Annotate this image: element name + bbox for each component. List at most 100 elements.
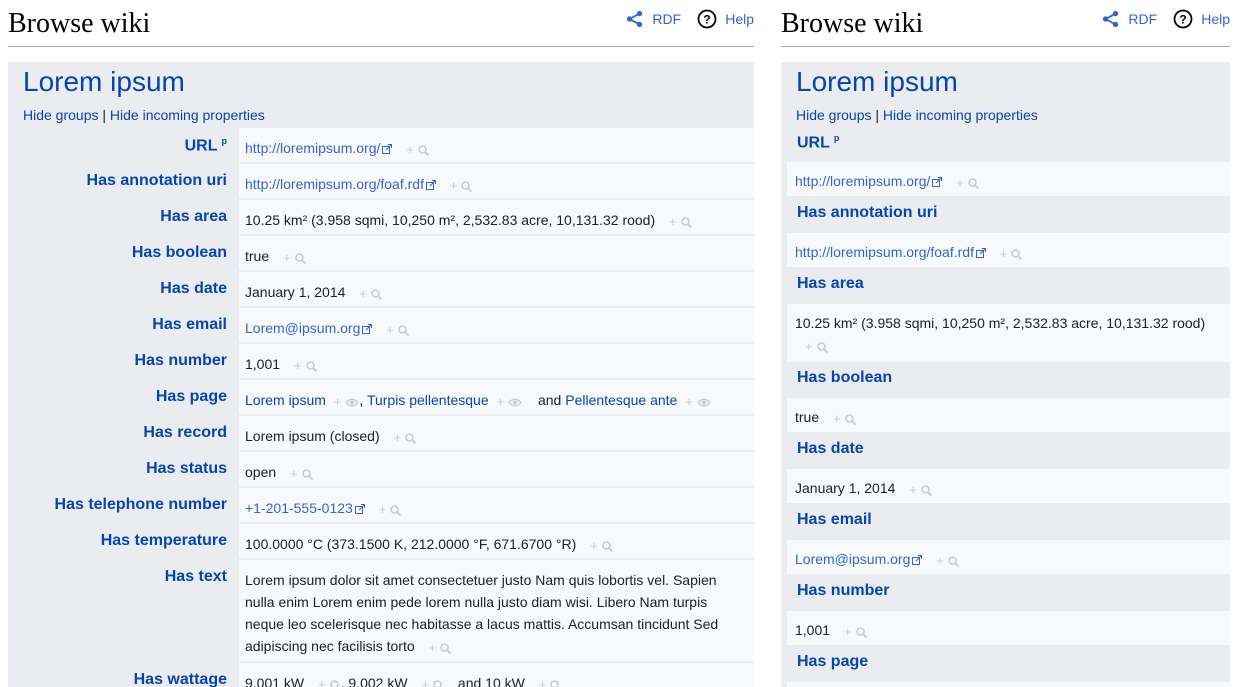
value-separator: and	[537, 392, 562, 408]
plus-icon[interactable]: +	[590, 535, 598, 557]
rdf-link[interactable]: RDF	[626, 10, 681, 28]
plus-icon[interactable]: +	[805, 336, 813, 358]
hide-incoming-link[interactable]: Hide incoming properties	[883, 107, 1038, 123]
value-link[interactable]: Turpis pellentesque	[367, 392, 489, 408]
value-actions: +	[294, 355, 317, 377]
plus-icon[interactable]: +	[283, 247, 291, 269]
help-link[interactable]: ? Help	[697, 9, 754, 29]
property-annotation-uri-label[interactable]: Has annotation uri	[87, 172, 227, 190]
value-link[interactable]: http://loremipsum.org/foaf.rdf	[245, 176, 424, 192]
value-link[interactable]: +1-201-555-0123	[245, 500, 353, 516]
search-icon[interactable]	[294, 252, 306, 264]
plus-icon[interactable]: +	[421, 674, 429, 687]
plus-icon[interactable]: +	[497, 391, 505, 413]
plus-icon[interactable]: +	[833, 408, 841, 430]
plus-icon[interactable]: +	[936, 550, 944, 572]
plus-icon[interactable]: +	[669, 211, 677, 233]
search-icon[interactable]	[440, 642, 452, 654]
subject-title[interactable]: Lorem ipsum	[796, 66, 958, 98]
property-telephone-label[interactable]: Has telephone number	[55, 496, 227, 514]
plus-icon[interactable]: +	[956, 172, 964, 194]
property-temperature-label[interactable]: Has temperature	[101, 532, 227, 550]
plus-icon[interactable]: +	[394, 427, 402, 449]
value-link[interactable]: Pellentesque ante	[565, 392, 677, 408]
search-icon[interactable]	[921, 484, 932, 496]
search-icon[interactable]	[398, 324, 409, 336]
plus-icon[interactable]: +	[450, 175, 458, 197]
property-status-label[interactable]: Has status	[146, 460, 227, 478]
search-icon[interactable]	[844, 413, 856, 425]
search-icon[interactable]	[405, 432, 417, 444]
search-icon[interactable]	[948, 555, 959, 567]
plus-icon[interactable]: +	[909, 479, 917, 501]
search-icon[interactable]	[855, 626, 867, 638]
property-value-cell: Lorem ipsum (closed) +	[239, 416, 754, 450]
plus-icon[interactable]: +	[1000, 243, 1008, 265]
property-label-cell: Has annotation uri	[14, 164, 239, 198]
property-area-label[interactable]: Has area	[797, 275, 864, 293]
property-boolean-label[interactable]: Has boolean	[797, 369, 892, 387]
subject-title[interactable]: Lorem ipsum	[23, 66, 185, 98]
property-page-label[interactable]: Has page	[797, 653, 868, 671]
property-wattage-label[interactable]: Has wattage	[134, 671, 227, 687]
property-text-label[interactable]: Has text	[165, 568, 227, 586]
plus-icon[interactable]: +	[406, 139, 414, 161]
search-icon[interactable]	[418, 144, 429, 156]
value-link[interactable]: Lorem@ipsum.org	[245, 320, 360, 336]
search-icon[interactable]	[433, 679, 444, 687]
search-icon[interactable]	[601, 540, 613, 552]
plus-icon[interactable]: +	[386, 319, 394, 341]
value-link[interactable]: http://loremipsum.org/	[795, 173, 930, 189]
property-number-label[interactable]: Has number	[797, 582, 889, 600]
plus-icon[interactable]: +	[844, 621, 852, 643]
plus-icon[interactable]: +	[379, 499, 387, 521]
hide-incoming-link[interactable]: Hide incoming properties	[110, 107, 265, 123]
value-link[interactable]: http://loremipsum.org/foaf.rdf	[795, 244, 974, 260]
value-link[interactable]: http://loremipsum.org/	[245, 140, 380, 156]
property-boolean-label[interactable]: Has boolean	[132, 244, 227, 262]
eye-icon[interactable]	[345, 398, 360, 407]
plus-icon[interactable]: +	[359, 283, 367, 305]
property-url-label[interactable]: URL p	[185, 136, 227, 155]
eye-icon[interactable]	[508, 398, 523, 407]
eye-icon[interactable]	[696, 398, 711, 407]
search-icon[interactable]	[550, 679, 561, 687]
plus-icon[interactable]: +	[318, 674, 326, 687]
plus-icon[interactable]: +	[685, 391, 693, 413]
page-title: Browse wiki	[781, 8, 924, 39]
search-icon[interactable]	[390, 504, 402, 516]
property-row: Has number 1,001 +	[14, 344, 754, 378]
search-icon[interactable]	[1011, 248, 1023, 260]
search-icon[interactable]	[329, 679, 341, 687]
plus-icon[interactable]: +	[429, 637, 437, 659]
property-record-label[interactable]: Has record	[143, 424, 227, 442]
search-icon[interactable]	[816, 341, 828, 353]
hide-groups-link[interactable]: Hide groups	[796, 107, 872, 123]
search-icon[interactable]	[305, 360, 317, 372]
plus-icon[interactable]: +	[334, 391, 342, 413]
search-icon[interactable]	[680, 216, 692, 228]
plus-icon[interactable]: +	[294, 355, 302, 377]
value-actions: +	[421, 674, 444, 687]
property-email-label[interactable]: Has email	[152, 316, 227, 334]
property-email-label[interactable]: Has email	[797, 511, 872, 529]
property-page-label[interactable]: Has page	[156, 388, 227, 406]
property-url-label[interactable]: URL p	[797, 133, 839, 152]
plus-icon[interactable]: +	[290, 463, 298, 485]
property-area-label[interactable]: Has area	[160, 208, 227, 226]
search-icon[interactable]	[301, 468, 313, 480]
rdf-link[interactable]: RDF	[1102, 10, 1157, 28]
property-date-label[interactable]: Has date	[797, 440, 864, 458]
value-link[interactable]: Lorem@ipsum.org	[795, 551, 910, 567]
hide-groups-link[interactable]: Hide groups	[23, 107, 99, 123]
value-actions: +	[283, 247, 306, 269]
plus-icon[interactable]: +	[539, 674, 547, 687]
search-icon[interactable]	[371, 288, 382, 300]
property-number-label[interactable]: Has number	[135, 352, 227, 370]
help-link[interactable]: ? Help	[1173, 9, 1230, 29]
search-icon[interactable]	[968, 177, 979, 189]
property-date-label[interactable]: Has date	[160, 280, 227, 298]
property-annotation-uri-label[interactable]: Has annotation uri	[797, 204, 937, 222]
search-icon[interactable]	[461, 180, 473, 192]
value-link[interactable]: Lorem ipsum	[245, 392, 326, 408]
